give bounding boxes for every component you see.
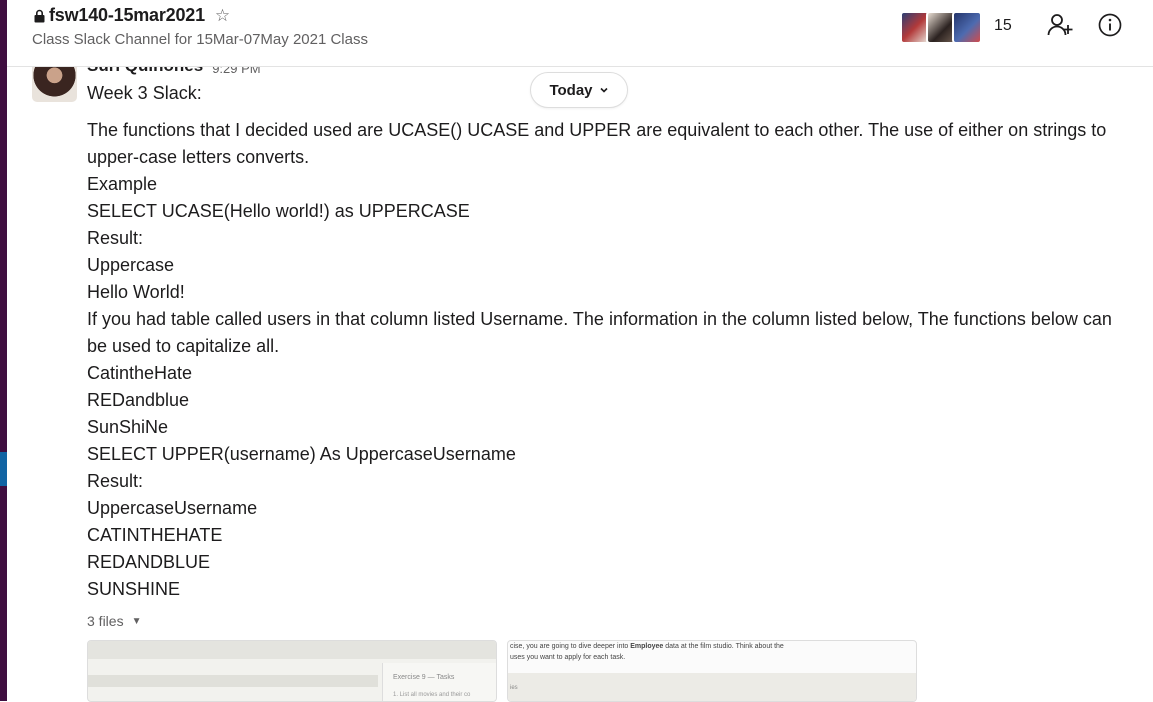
message-line: CATINTHEHATE bbox=[87, 525, 223, 545]
thumbnail-text: ies bbox=[510, 685, 518, 691]
channel-name[interactable]: fsw140-15mar2021 bbox=[49, 5, 205, 26]
message-line: Example bbox=[87, 174, 158, 194]
message-line: REDANDBLUE bbox=[87, 552, 211, 572]
message-line: The functions that I decided used are UC… bbox=[87, 120, 1112, 167]
workspace-sidebar-edge bbox=[0, 0, 7, 701]
file-thumbnail[interactable]: Exercise 9 — Tasks 1. List all movies an… bbox=[87, 640, 497, 702]
thumbnail-text: cise, you are going to dive deeper into … bbox=[510, 643, 784, 650]
date-divider-label: Today bbox=[549, 81, 593, 99]
thumbnail-text: Exercise 9 — Tasks bbox=[393, 674, 455, 681]
date-divider-button[interactable]: Today bbox=[530, 72, 628, 108]
lock-icon bbox=[34, 9, 45, 22]
message-line: REDandblue bbox=[87, 390, 190, 410]
thumbnail-text: uses you want to apply for each task. bbox=[510, 654, 626, 661]
message-line: CatintheHate bbox=[87, 363, 193, 383]
message-line: SunShiNe bbox=[87, 417, 169, 437]
message-line: Hello World! bbox=[87, 282, 185, 302]
channel-title-row[interactable]: fsw140-15mar2021 ☆ bbox=[33, 5, 230, 26]
add-person-icon[interactable] bbox=[1046, 11, 1074, 39]
message-line: Result: bbox=[87, 471, 144, 491]
channel-header: fsw140-15mar2021 ☆ Class Slack Channel f… bbox=[7, 0, 1153, 67]
avatar bbox=[952, 11, 982, 44]
member-avatars[interactable] bbox=[900, 11, 982, 44]
message-text: Week 3 Slack: The functions that I decid… bbox=[87, 80, 1127, 603]
thumbnail-text: 1. List all movies and their co bbox=[393, 692, 471, 698]
caret-down-icon: ▼ bbox=[131, 615, 142, 627]
message-line: Uppercase bbox=[87, 255, 175, 275]
files-label: 3 files bbox=[87, 613, 124, 629]
sidebar-active-marker bbox=[0, 452, 7, 486]
chevron-down-icon bbox=[599, 87, 608, 93]
message-line: UppercaseUsername bbox=[87, 498, 258, 518]
file-thumbnail[interactable]: cise, you are going to dive deeper into … bbox=[507, 640, 917, 702]
channel-topic[interactable]: Class Slack Channel for 15Mar-07May 2021… bbox=[32, 31, 368, 48]
message-line: SELECT UCASE(Hello world!) as UPPERCASE bbox=[87, 201, 470, 221]
message-line: SELECT UPPER(username) As UppercaseUsern… bbox=[87, 444, 516, 464]
message-line: If you had table called users in that co… bbox=[87, 309, 1117, 356]
message-lines: The functions that I decided used are UC… bbox=[87, 117, 1127, 603]
member-count[interactable]: 15 bbox=[994, 17, 1012, 35]
files-toggle[interactable]: 3 files ▼ bbox=[87, 613, 141, 629]
info-icon[interactable] bbox=[1098, 13, 1122, 37]
message-line: Result: bbox=[87, 228, 144, 248]
message-line: SUNSHINE bbox=[87, 579, 181, 599]
star-icon[interactable]: ☆ bbox=[215, 7, 230, 24]
